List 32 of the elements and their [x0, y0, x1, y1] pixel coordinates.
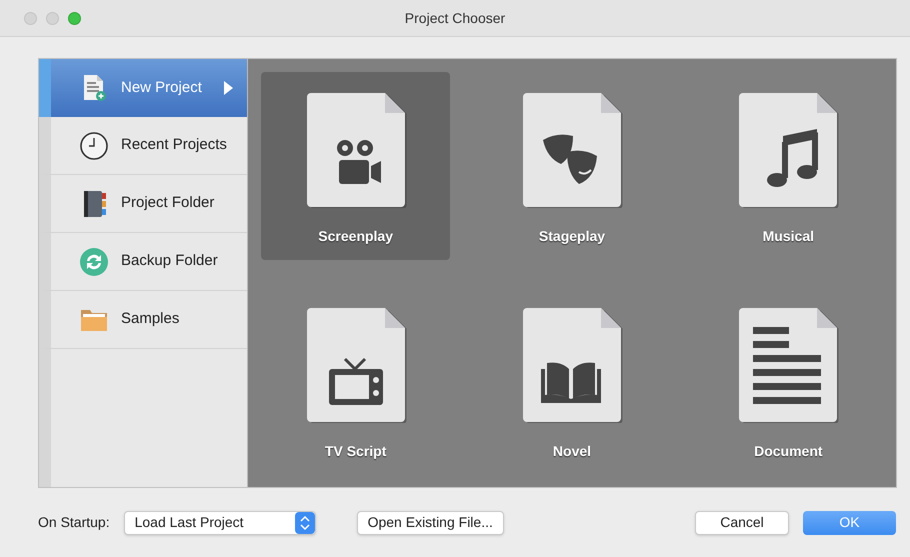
- tv-icon: [304, 306, 407, 422]
- movie-camera-icon: [304, 92, 407, 208]
- sync-icon: [79, 246, 109, 276]
- template-label: Musical: [762, 227, 814, 246]
- minimize-button[interactable]: [46, 12, 59, 24]
- template-tile[interactable]: TV Script: [261, 286, 450, 474]
- template-label: Screenplay: [318, 227, 394, 246]
- cancel-button[interactable]: Cancel: [695, 510, 789, 534]
- template-tile[interactable]: Stageplay: [477, 72, 667, 260]
- open-book-icon: [520, 306, 623, 422]
- startup-dropdown[interactable]: Load Last Project: [124, 510, 316, 534]
- document-icon: [81, 74, 107, 102]
- template-label: Novel: [552, 442, 592, 460]
- theater-masks-icon: [520, 92, 623, 208]
- clock-icon: [79, 130, 109, 160]
- sidebar-item[interactable]: New Project: [39, 59, 247, 117]
- window-title: Project Chooser: [404, 8, 506, 28]
- template-label: TV Script: [324, 442, 386, 461]
- template-tile[interactable]: Musical: [694, 72, 883, 260]
- arrow-icon: [224, 81, 233, 95]
- startup-label: On Startup:: [38, 513, 110, 532]
- template-tile[interactable]: Document: [694, 286, 883, 474]
- text-lines-icon: [737, 306, 840, 422]
- close-button[interactable]: [24, 12, 37, 24]
- music-note-icon: [737, 92, 840, 208]
- template-tile[interactable]: Screenplay: [261, 72, 450, 260]
- template-label: Document: [754, 442, 823, 460]
- template-tile[interactable]: Novel: [477, 286, 667, 474]
- stepper-icon: [294, 512, 315, 534]
- template-label: Stageplay: [538, 227, 606, 246]
- open-file-button[interactable]: Open Existing File...: [356, 510, 504, 534]
- zoom-button[interactable]: [68, 12, 81, 24]
